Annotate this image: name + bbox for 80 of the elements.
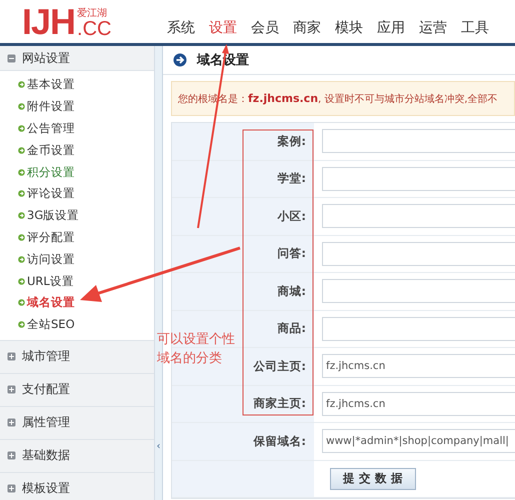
sidebar-item[interactable]: 域名设置 bbox=[0, 292, 154, 314]
group-label: 城市管理 bbox=[22, 348, 70, 366]
nav-tab[interactable]: 设置 bbox=[209, 19, 237, 37]
field-label: 公司主页: bbox=[253, 358, 306, 374]
item-label: 基本设置 bbox=[27, 77, 75, 92]
item-label: 评论设置 bbox=[27, 186, 75, 202]
arrow-icon bbox=[173, 53, 187, 67]
sidebar-item[interactable]: 附件设置 bbox=[0, 96, 154, 118]
item-label: 全站SEO bbox=[27, 317, 75, 332]
field-label: 学堂: bbox=[277, 171, 306, 186]
nav-tab[interactable]: 工具 bbox=[461, 19, 489, 37]
item-label: 金币设置 bbox=[27, 142, 75, 158]
item-label: 评分配置 bbox=[27, 230, 75, 245]
input-field[interactable]: www|*admin*|shop|company|mall| bbox=[322, 429, 515, 454]
input-field[interactable]: fz.jhcms.cn bbox=[322, 354, 515, 378]
arrow-icon bbox=[18, 168, 25, 176]
sidebar-item[interactable]: 公告管理 bbox=[0, 118, 154, 140]
input-field[interactable] bbox=[322, 166, 515, 191]
input-field[interactable] bbox=[322, 204, 515, 228]
arrow-icon bbox=[18, 256, 25, 263]
sidebar-group[interactable]: 网站设置 bbox=[0, 46, 154, 71]
group-label: 属性管理 bbox=[22, 414, 70, 432]
item-label: 访问设置 bbox=[27, 252, 75, 267]
item-label: 积分设置 bbox=[27, 164, 75, 180]
item-label: 公告管理 bbox=[27, 120, 75, 136]
arrow-icon bbox=[18, 146, 25, 154]
field-label: 小区: bbox=[277, 208, 306, 224]
nav-tab[interactable]: 应用 bbox=[377, 19, 405, 37]
arrow-icon bbox=[18, 190, 25, 198]
sidebar-item[interactable]: 3G版设置 bbox=[0, 204, 154, 227]
nav-tab[interactable]: 系统 bbox=[167, 19, 195, 37]
group-label: 模板设置 bbox=[22, 480, 70, 498]
nav-tab[interactable]: 商家 bbox=[293, 19, 321, 37]
field-label: 案例: bbox=[277, 134, 306, 149]
input-field[interactable] bbox=[322, 279, 515, 304]
arrow-icon bbox=[18, 321, 25, 328]
nav-tab[interactable]: 会员 bbox=[251, 19, 279, 37]
sidebar-item[interactable]: 评分配置 bbox=[0, 226, 154, 248]
arrow-icon bbox=[18, 81, 25, 88]
group-label: 支付配置 bbox=[22, 381, 70, 398]
field-label: 商品: bbox=[277, 321, 306, 336]
item-label: 域名设置 bbox=[27, 295, 75, 310]
sidebar-item[interactable]: 访问设置 bbox=[0, 248, 154, 270]
arrow-icon bbox=[18, 234, 25, 241]
field-label: 保留域名: bbox=[253, 434, 306, 449]
input-field[interactable] bbox=[322, 129, 515, 154]
sidebar-group[interactable]: 属性管理 bbox=[0, 406, 154, 440]
logo-name: 爱江湖 bbox=[77, 8, 108, 19]
arrow-icon bbox=[18, 278, 25, 285]
sidebar-group[interactable]: 基础数据 bbox=[0, 440, 154, 473]
item-label: URL设置 bbox=[27, 274, 74, 289]
input-field[interactable] bbox=[322, 242, 515, 266]
arrow-icon bbox=[18, 103, 25, 110]
group-label: 基础数据 bbox=[22, 447, 70, 464]
item-label: 3G版设置 bbox=[27, 208, 80, 224]
sidebar-item[interactable]: 金币设置 bbox=[0, 139, 154, 162]
field-label: 商城: bbox=[277, 284, 306, 299]
submit-button[interactable]: 提 交 数 据 bbox=[330, 468, 416, 490]
sidebar-item[interactable]: 积分设置 bbox=[0, 161, 154, 183]
sidebar-item[interactable]: 评论设置 bbox=[0, 182, 154, 205]
arrow-icon bbox=[18, 124, 25, 132]
input-field[interactable]: fz.jhcms.cn bbox=[322, 392, 515, 416]
logo-suffix: .CC bbox=[77, 19, 112, 39]
nav-tab[interactable]: 运营 bbox=[419, 19, 447, 37]
sidebar-group[interactable]: 城市管理 bbox=[0, 340, 154, 374]
field-label: 商家主页: bbox=[253, 396, 306, 412]
logo-mark: IJH bbox=[22, 5, 76, 39]
sidebar-group[interactable]: 模板设置 bbox=[0, 472, 154, 500]
nav-tab[interactable]: 模块 bbox=[335, 19, 363, 37]
arrow-icon bbox=[18, 212, 25, 220]
collapse-handle[interactable]: ‹ bbox=[156, 441, 160, 452]
group-label: 网站设置 bbox=[22, 50, 70, 66]
field-label: 问答: bbox=[277, 246, 306, 262]
sidebar-item[interactable]: 全站SEO bbox=[0, 314, 154, 336]
arrow-icon bbox=[18, 299, 25, 306]
sidebar-item[interactable]: URL设置 bbox=[0, 270, 154, 292]
sidebar-item[interactable]: 基本设置 bbox=[0, 74, 154, 96]
input-field[interactable] bbox=[322, 316, 515, 341]
item-label: 附件设置 bbox=[27, 99, 75, 114]
sidebar-group[interactable]: 支付配置 bbox=[0, 374, 154, 407]
